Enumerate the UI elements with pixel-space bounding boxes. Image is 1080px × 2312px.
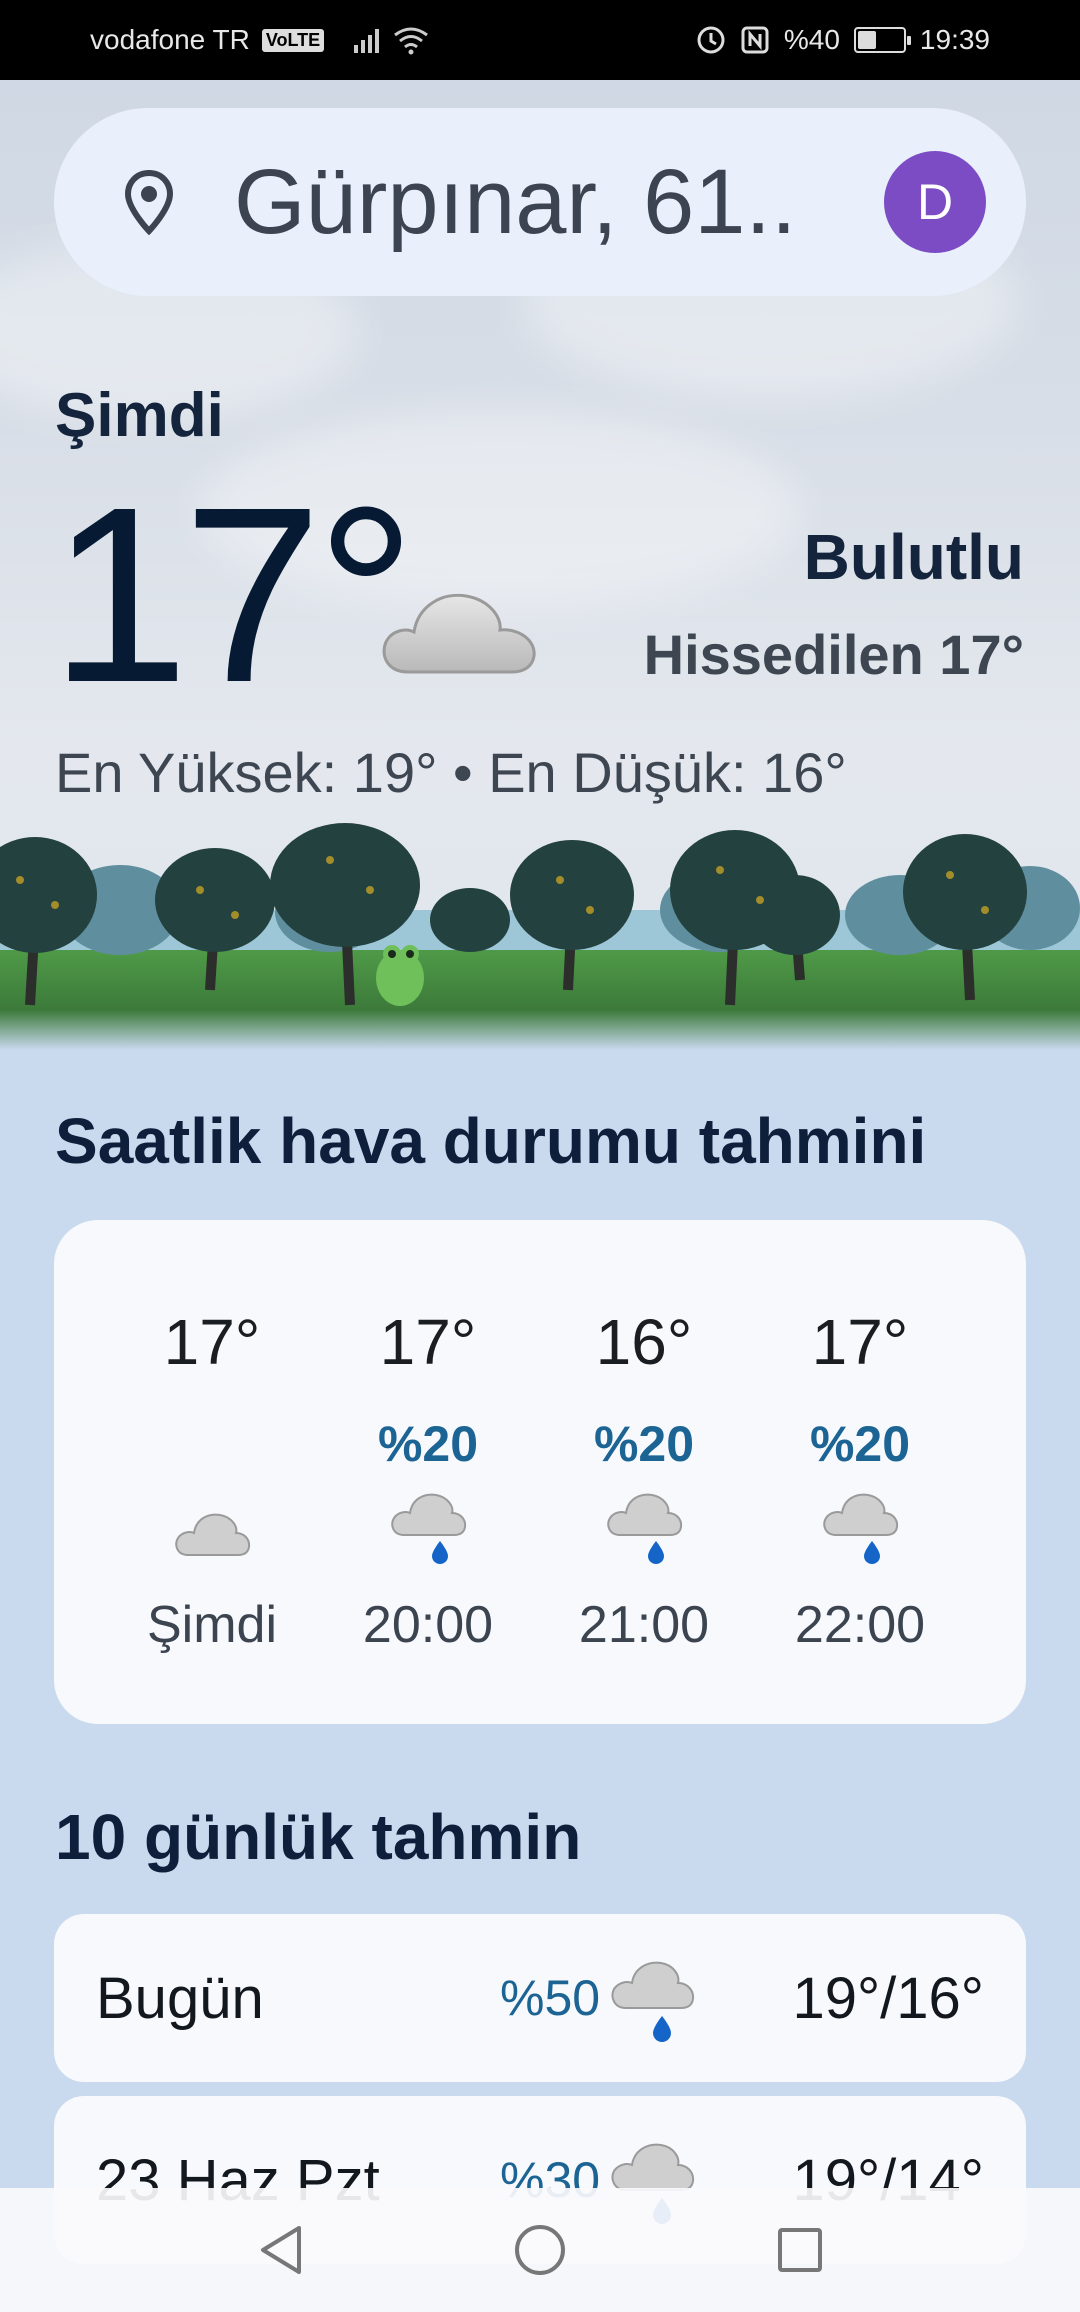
signal-icon [354, 27, 380, 53]
hourly-time: 20:00 [362, 1596, 494, 1654]
recents-button[interactable] [770, 2220, 830, 2280]
high-low-text: En Yüksek: 19° • En Düşük: 16° [55, 741, 847, 804]
condition-text: Bulutlu [803, 521, 1024, 593]
home-button[interactable] [510, 2220, 570, 2280]
battery-icon [853, 27, 911, 53]
daily-forecast-title: 10 günlük tahmin [55, 1801, 582, 1873]
recents-square-icon [778, 2228, 822, 2272]
account-avatar[interactable]: D [884, 151, 986, 253]
current-temperature: 17° [50, 455, 416, 734]
location-search-bar[interactable]: Gürpınar, 61.. D [54, 108, 1026, 296]
hourly-time: Şimdi [146, 1596, 278, 1654]
hourly-forecast-title: Saatlik hava durumu tahmini [55, 1105, 927, 1177]
daily-row[interactable]: Bugün %50 19°/16° [54, 1914, 1026, 2082]
carrier-text: vodafone TR [90, 24, 250, 55]
rain-cloud-icon [611, 1961, 695, 2042]
hourly-forecast-card[interactable]: 17° Şimdi 17° %20 20:00 16° %20 21:00 17… [54, 1220, 1026, 1724]
nfc-icon [741, 26, 769, 54]
orchard-illustration [0, 823, 1080, 1050]
wifi-icon [394, 27, 429, 55]
hourly-time: 21:00 [578, 1596, 710, 1654]
status-bar: vodafone TR VoLTE %40 19:39 [0, 0, 1080, 80]
hourly-time: 2 [976, 1595, 1026, 1655]
daily-day: Bugün [96, 1965, 264, 2031]
data-saver-icon [697, 26, 725, 54]
hourly-temp: 17° [379, 1306, 477, 1378]
hourly-time: 22:00 [794, 1596, 926, 1654]
hourly-temp: 17° [811, 1306, 909, 1378]
location-name[interactable]: Gürpınar, 61.. [234, 150, 797, 255]
system-nav-bar [0, 2188, 1080, 2312]
daily-precip: %50 [500, 1970, 601, 2026]
hourly-temp: 17° [163, 1306, 261, 1378]
clock: 19:39 [919, 24, 990, 55]
rain-cloud-icon [391, 1493, 467, 1564]
battery-percent: %40 [783, 24, 840, 55]
back-triangle-icon [261, 2226, 301, 2274]
feels-like-text: Hissedilen 17° [643, 623, 1024, 686]
current-label: Şimdi [55, 381, 224, 450]
hourly-precip: %20 [809, 1416, 911, 1472]
rain-cloud-icon [823, 1493, 899, 1564]
rain-cloud-icon [607, 1493, 683, 1564]
hourly-precip: %20 [593, 1416, 695, 1472]
hourly-temp: 16° [595, 1306, 693, 1378]
home-circle-icon [515, 2225, 565, 2275]
daily-temps: 19°/16° [792, 1965, 984, 2031]
hourly-precip: %20 [377, 1416, 479, 1472]
location-pin-icon [114, 167, 184, 237]
cloud-icon [382, 593, 536, 674]
volte-badge: VoLTE [261, 28, 325, 52]
cloud-icon [175, 1513, 251, 1556]
back-button[interactable] [250, 2220, 310, 2280]
